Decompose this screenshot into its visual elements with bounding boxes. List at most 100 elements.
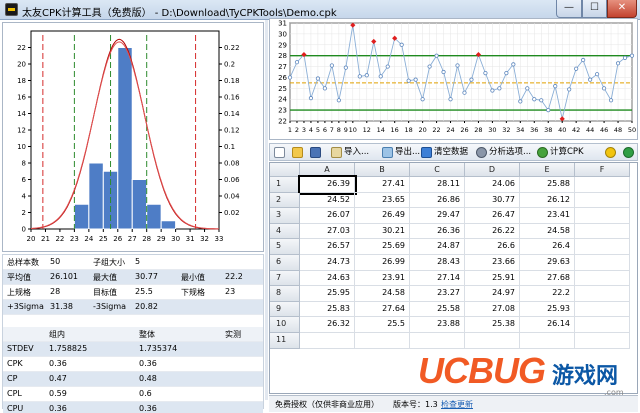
save-button[interactable] — [309, 145, 323, 160]
grid-cell[interactable]: 26.86 — [410, 192, 465, 209]
column-header[interactable]: F — [575, 163, 630, 177]
grid-cell[interactable]: 26.22 — [465, 223, 520, 240]
grid-cell[interactable]: 23.66 — [465, 255, 520, 271]
grid-cell[interactable]: 27.08 — [465, 301, 520, 318]
grid-cell[interactable]: 27.03 — [300, 223, 355, 240]
column-header[interactable]: E — [520, 163, 575, 177]
row-header[interactable]: 10 — [270, 317, 300, 333]
close-button[interactable]: ✕ — [607, 0, 637, 18]
grid-cell[interactable] — [575, 286, 630, 302]
grid-cell[interactable]: 26.32 — [300, 317, 355, 333]
clear-data-button[interactable]: 清空数据 — [420, 145, 468, 160]
grid-cell[interactable]: 25.88 — [520, 177, 575, 193]
grid-cell[interactable]: 25.83 — [300, 301, 355, 318]
grid-cell[interactable] — [575, 255, 630, 271]
column-header[interactable]: D — [465, 163, 520, 177]
grid-cell[interactable]: 26.47 — [465, 208, 520, 224]
import-button[interactable]: 导入... — [330, 145, 369, 160]
row-header[interactable]: 8 — [270, 286, 300, 302]
grid-cell[interactable] — [575, 270, 630, 287]
analysis-options-button[interactable]: 分析选项... — [475, 145, 531, 160]
grid-cell[interactable]: 25.93 — [520, 301, 575, 318]
grid-cell[interactable]: 25.5 — [355, 317, 410, 333]
grid-cell[interactable] — [575, 333, 630, 349]
grid-cell[interactable]: 23.27 — [410, 286, 465, 302]
grid-cell[interactable]: 26.49 — [355, 208, 410, 224]
stat-label: +3Sigma — [7, 302, 44, 311]
grid-cell[interactable] — [575, 301, 630, 318]
grid-cell[interactable]: 27.41 — [355, 177, 410, 193]
about-button[interactable] — [622, 145, 636, 160]
row-header[interactable]: 11 — [270, 333, 300, 349]
grid-corner[interactable] — [270, 163, 300, 177]
grid-cell[interactable]: 30.21 — [355, 223, 410, 240]
minimize-button[interactable]: — — [556, 0, 582, 18]
grid-cell[interactable]: 23.88 — [410, 317, 465, 333]
grid-cell[interactable] — [410, 333, 465, 349]
grid-cell[interactable]: 29.47 — [410, 208, 465, 224]
grid-cell[interactable]: 25.91 — [465, 270, 520, 287]
grid-cell[interactable]: 27.68 — [520, 270, 575, 287]
grid-cell[interactable]: 26.57 — [300, 239, 355, 255]
grid-cell[interactable] — [575, 192, 630, 209]
grid-cell[interactable]: 25.95 — [300, 286, 355, 302]
grid-cell[interactable]: 24.73 — [300, 255, 355, 271]
grid-cell[interactable]: 26.39 — [298, 175, 357, 195]
calculate-cpk-button[interactable]: 计算CPK — [536, 145, 584, 160]
grid-cell[interactable] — [300, 333, 355, 349]
grid-cell[interactable]: 24.58 — [355, 286, 410, 302]
row-header[interactable]: 5 — [270, 239, 300, 255]
check-update-link[interactable]: 检查更新 — [441, 399, 473, 410]
row-header[interactable]: 2 — [270, 192, 300, 209]
row-header[interactable]: 7 — [270, 270, 300, 287]
grid-cell[interactable]: 23.41 — [520, 208, 575, 224]
grid-cell[interactable]: 27.14 — [410, 270, 465, 287]
grid-cell[interactable] — [575, 223, 630, 240]
help-button[interactable] — [604, 145, 618, 160]
grid-cell[interactable]: 28.43 — [410, 255, 465, 271]
column-header[interactable]: A — [300, 163, 355, 177]
open-button[interactable] — [291, 145, 305, 160]
grid-cell[interactable] — [520, 333, 575, 349]
grid-cell[interactable]: 23.65 — [355, 192, 410, 209]
grid-cell[interactable]: 24.06 — [465, 177, 520, 193]
grid-cell[interactable]: 26.99 — [355, 255, 410, 271]
grid-cell[interactable]: 26.4 — [520, 239, 575, 255]
grid-cell[interactable]: 24.58 — [520, 223, 575, 240]
grid-cell[interactable] — [575, 177, 630, 193]
export-button[interactable]: 导出... — [381, 145, 420, 160]
grid-cell[interactable]: 26.12 — [520, 192, 575, 209]
grid-cell[interactable] — [355, 333, 410, 349]
row-header[interactable]: 6 — [270, 255, 300, 271]
grid-cell[interactable]: 25.58 — [410, 301, 465, 318]
row-header[interactable]: 1 — [270, 177, 300, 193]
row-header[interactable]: 4 — [270, 223, 300, 240]
grid-cell[interactable]: 24.52 — [300, 192, 355, 209]
grid-cell[interactable] — [575, 317, 630, 333]
grid-cell[interactable]: 30.77 — [465, 192, 520, 209]
grid-cell[interactable]: 26.14 — [520, 317, 575, 333]
grid-cell[interactable]: 25.69 — [355, 239, 410, 255]
grid-cell[interactable]: 22.2 — [520, 286, 575, 302]
grid-cell[interactable]: 26.07 — [300, 208, 355, 224]
column-header[interactable]: C — [410, 163, 465, 177]
grid-cell[interactable]: 23.91 — [355, 270, 410, 287]
grid-cell[interactable] — [575, 208, 630, 224]
column-header[interactable]: B — [355, 163, 410, 177]
grid-cell[interactable]: 26.6 — [465, 239, 520, 255]
grid-cell[interactable] — [465, 333, 520, 349]
grid-cell[interactable]: 24.87 — [410, 239, 465, 255]
grid-cell[interactable]: 26.36 — [410, 223, 465, 240]
grid-cell[interactable]: 28.11 — [410, 177, 465, 193]
grid-cell[interactable]: 24.97 — [465, 286, 520, 302]
grid-cell[interactable]: 25.38 — [465, 317, 520, 333]
splitter[interactable] — [265, 20, 268, 400]
row-header[interactable]: 9 — [270, 301, 300, 318]
grid-cell[interactable]: 24.63 — [300, 270, 355, 287]
row-header[interactable]: 3 — [270, 208, 300, 224]
new-button[interactable] — [273, 145, 287, 160]
grid-cell[interactable]: 27.64 — [355, 301, 410, 318]
grid-cell[interactable]: 29.63 — [520, 255, 575, 271]
maximize-button[interactable]: ☐ — [582, 0, 607, 18]
grid-cell[interactable] — [575, 239, 630, 255]
